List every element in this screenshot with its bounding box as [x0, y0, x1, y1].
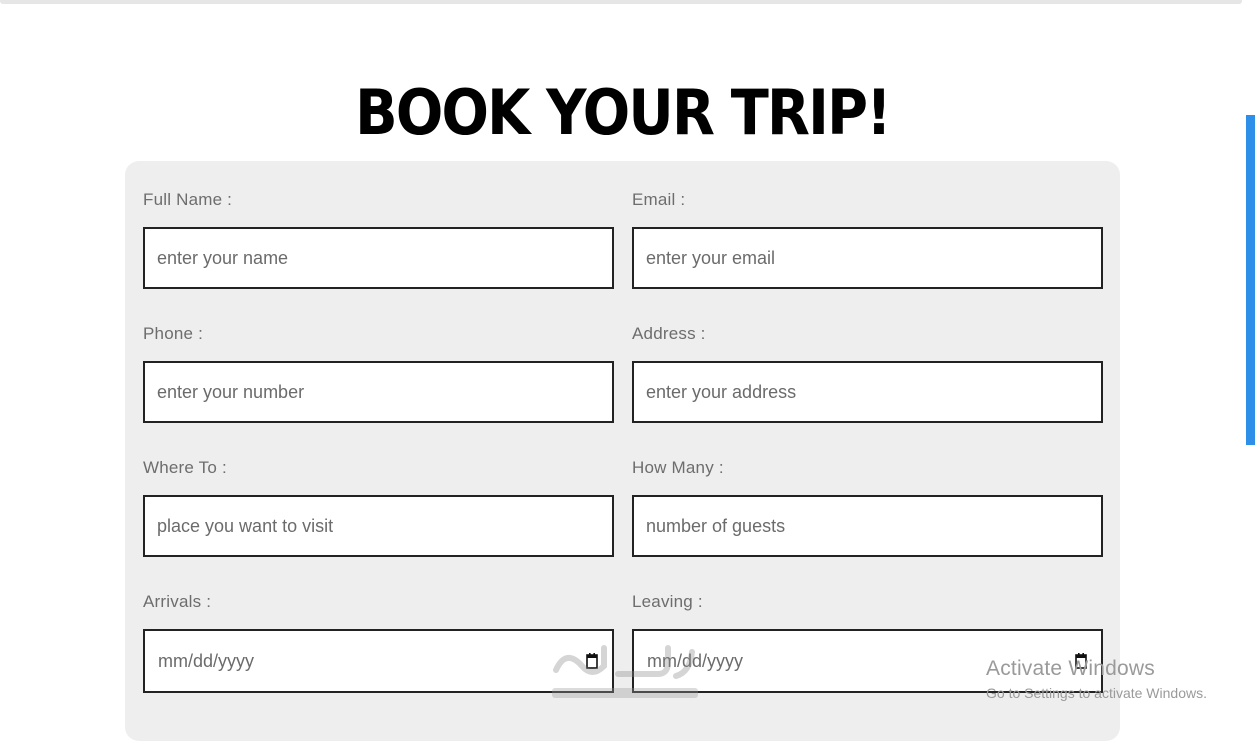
activate-windows-watermark: Activate Windows Go to Settings to activ…: [986, 657, 1207, 701]
email-input[interactable]: [632, 227, 1103, 289]
where-to-label: Where To :: [143, 458, 227, 477]
arrivals-label: Arrivals :: [143, 592, 212, 611]
address-label: Address :: [632, 324, 706, 343]
phone-field: Phone :: [143, 322, 614, 423]
full-name-label: Full Name :: [143, 190, 233, 209]
address-input[interactable]: [632, 361, 1103, 423]
address-field: Address :: [632, 322, 1103, 423]
arrivals-date-input[interactable]: mm/dd/yyyy: [143, 629, 614, 693]
how-many-input[interactable]: [632, 495, 1103, 557]
leaving-label: Leaving :: [632, 592, 703, 611]
arrivals-date-value: mm/dd/yyyy: [158, 651, 255, 671]
how-many-field: How Many :: [632, 456, 1103, 557]
mostaql-logo-watermark: [552, 645, 698, 698]
where-to-input[interactable]: [143, 495, 614, 557]
email-field: Email :: [632, 188, 1103, 289]
where-to-field: Where To :: [143, 456, 614, 557]
arrivals-field: Arrivals : mm/dd/yyyy: [143, 590, 614, 693]
full-name-input[interactable]: [143, 227, 614, 289]
how-many-label: How Many :: [632, 458, 724, 477]
page-title: BOOK YOUR TRIP!: [355, 75, 892, 149]
full-name-field: Full Name :: [143, 188, 614, 289]
email-label: Email :: [632, 190, 686, 209]
scrollbar-thumb[interactable]: [1246, 115, 1255, 445]
phone-input[interactable]: [143, 361, 614, 423]
watermark-subtitle: Go to Settings to activate Windows.: [986, 685, 1207, 701]
watermark-title: Activate Windows: [986, 657, 1155, 680]
phone-label: Phone :: [143, 324, 204, 343]
top-divider: [0, 0, 1242, 4]
